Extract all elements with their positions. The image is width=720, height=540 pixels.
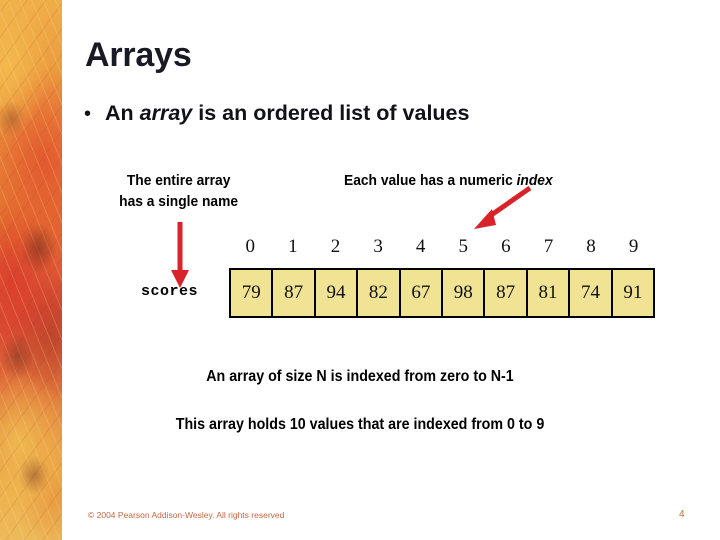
array-index-cell: 3 (373, 236, 383, 257)
array-index-row: 0 1 2 3 4 5 6 7 8 9 (229, 236, 655, 258)
bullet-item-label: An array is an ordered list of values (105, 101, 469, 126)
array-index-cell: 1 (288, 236, 298, 257)
array-index-cell: 0 (245, 236, 256, 257)
leaf-shadow-layer (0, 0, 62, 540)
note-indexing-rule: An array of size N is indexed from zero … (206, 368, 514, 385)
bullet-text-before: An (105, 101, 140, 125)
array-value-cell: 82 (358, 270, 401, 316)
array-value-cell: 81 (527, 270, 571, 316)
array-value-cell: 91 (612, 270, 654, 316)
array-value-cell: 79 (231, 270, 274, 316)
autumn-leaves-image (0, 0, 62, 540)
callout-array-name-line2: has a single name (119, 193, 239, 211)
bullet-marker-icon: • (84, 103, 92, 125)
callout-array-name-line1: The entire array (126, 172, 231, 189)
array-value-cell: 94 (315, 270, 359, 316)
array-variable-name: scores (141, 283, 199, 300)
array-index-cell: 8 (586, 236, 596, 257)
array-value-cell: 98 (443, 270, 486, 316)
array-value-cell: 74 (570, 270, 613, 316)
bullet-list-item: • An array is an ordered list of values (84, 101, 469, 126)
footer-page-number: 4 (679, 509, 685, 520)
page-title: Arrays (85, 36, 192, 74)
array-value-cell: 87 (485, 270, 528, 316)
array-index-cell: 7 (543, 236, 554, 257)
array-value-cell: 67 (400, 270, 444, 316)
callout-array-name: The entire array has a single name (119, 170, 238, 213)
array-index-cell: 6 (501, 236, 511, 257)
array-table: 79 87 94 82 67 98 87 81 74 91 (229, 268, 655, 318)
index-pointer-arrow (474, 186, 532, 229)
array-index-cell: 5 (458, 236, 469, 257)
footer-copyright: © 2004 Pearson Addison-Wesley. All right… (88, 510, 285, 520)
array-index-cell: 9 (628, 236, 639, 257)
note-array-size: This array holds 10 values that are inde… (175, 416, 545, 433)
array-index-cell: 2 (330, 236, 341, 257)
bullet-text-italic: array (139, 101, 193, 125)
slide-canvas: Arrays • An array is an ordered list of … (0, 0, 720, 540)
array-name-arrow (171, 222, 189, 288)
bullet-text-after: is an ordered list of values (192, 101, 470, 125)
array-value-cell: 87 (273, 270, 316, 316)
array-index-cell: 4 (415, 236, 426, 257)
